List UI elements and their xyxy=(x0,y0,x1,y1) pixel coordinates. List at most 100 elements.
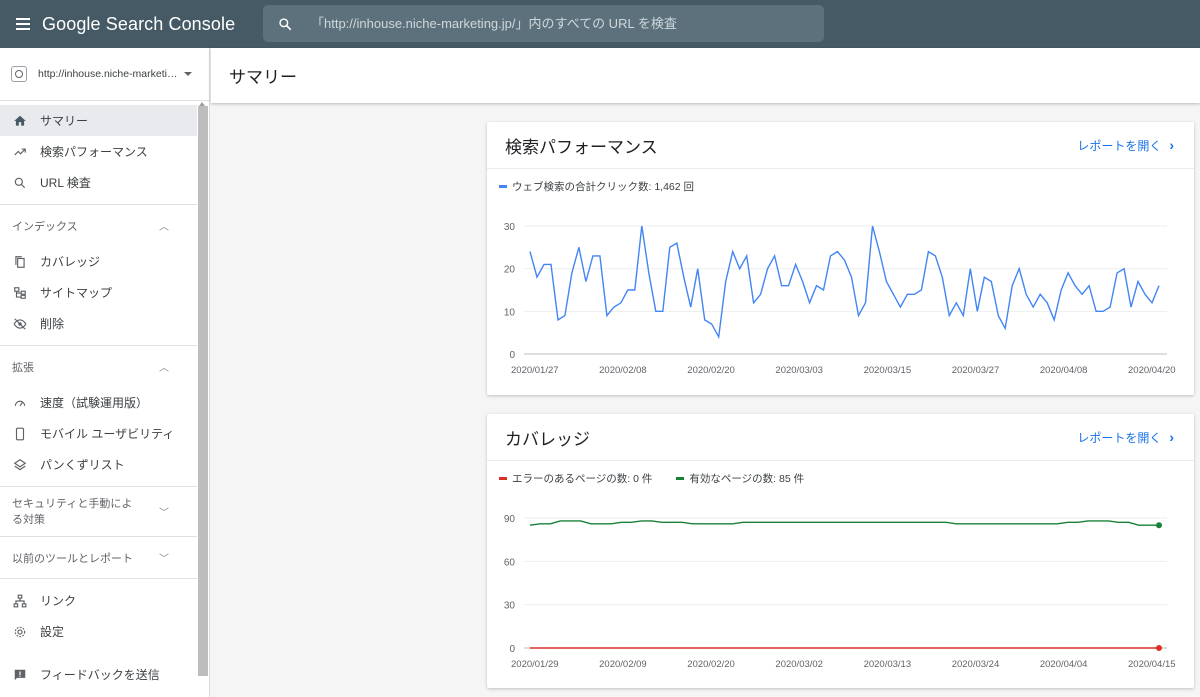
series-end-point xyxy=(1156,522,1162,529)
performance-chart[interactable]: 0 10 20 30 2020/01/27 2020/02/08 2020/02/20 202… xyxy=(487,195,1194,395)
visibility-off-icon xyxy=(12,316,28,332)
sidebar-item-performance[interactable]: 検索パフォーマンス xyxy=(0,136,197,167)
sidebar-item-label: パンくずリスト xyxy=(40,458,125,472)
chevron-up-icon: ︿ xyxy=(159,363,169,374)
sidebar-item-label: モバイル ユーザビリティ xyxy=(40,427,175,441)
chart-legend: ウェブ検索の合計クリック数: 1,462 回 xyxy=(487,169,1194,194)
coverage-chart[interactable]: 0 30 60 90 2020/01/29 2020/02/09 2020/02/20 202… xyxy=(487,488,1194,688)
x-tick-label: 2020/03/27 xyxy=(952,365,1000,376)
x-tick-label: 2020/02/20 xyxy=(687,659,735,670)
menu-icon[interactable] xyxy=(0,0,44,48)
sidebar-item-label: 削除 xyxy=(40,317,65,331)
card-header: 検索パフォーマンス レポートを開く › xyxy=(487,122,1194,169)
sidebar-item-label: 速度（試験運用版） xyxy=(40,396,149,410)
legend-label: ウェブ検索の合計クリック数: 1,462 回 xyxy=(512,181,695,193)
sidebar-item-label: URL 検査 xyxy=(40,176,91,190)
section-enhancements[interactable]: 拡張 ︿ xyxy=(0,345,197,387)
y-tick-label: 30 xyxy=(504,601,516,612)
sidebar-item-summary[interactable]: サマリー xyxy=(0,105,197,136)
x-tick-label: 2020/04/04 xyxy=(1040,659,1088,670)
section-index[interactable]: インデックス ︿ xyxy=(0,204,197,246)
x-tick-label: 2020/01/29 xyxy=(511,659,559,670)
section-label: インデックス xyxy=(12,220,78,233)
page-header: サマリー xyxy=(211,48,1200,103)
copy-icon xyxy=(12,254,28,270)
y-tick-label: 60 xyxy=(504,557,516,568)
sidebar-item-links[interactable]: リンク xyxy=(0,585,197,616)
sidebar-item-speed[interactable]: 速度（試験運用版） xyxy=(0,387,197,418)
chevron-up-icon: ︿ xyxy=(159,222,169,233)
legend-item-errors[interactable]: エラーのあるページの数: 0 件 xyxy=(499,471,652,486)
sidebar-item-removals[interactable]: 削除 xyxy=(0,308,197,339)
sidebar-item-label: 設定 xyxy=(40,625,65,639)
property-label: http://inhouse.niche-marketin... xyxy=(38,68,178,80)
legend-label: エラーのあるページの数: 0 件 xyxy=(512,473,653,485)
series-line xyxy=(529,520,1159,526)
section-label: セキュリティと手動による対策 xyxy=(12,497,133,526)
card-title: カバレッジ xyxy=(505,429,590,449)
sidebar-scrollbar[interactable] xyxy=(198,106,208,676)
section-label: 以前のツールとレポート xyxy=(12,552,133,565)
trending-up-icon xyxy=(12,144,28,160)
legend-swatch xyxy=(499,477,507,480)
link-label: レポートを開く xyxy=(1077,430,1162,445)
sidebar-item-mobile-usability[interactable]: モバイル ユーザビリティ xyxy=(0,418,197,449)
chevron-down-icon: ﹀ xyxy=(159,508,169,519)
search-icon[interactable] xyxy=(263,5,307,42)
y-tick-label: 20 xyxy=(504,265,516,276)
open-coverage-report-link[interactable]: レポートを開く › xyxy=(1077,429,1174,446)
card-title: 検索パフォーマンス xyxy=(505,137,658,157)
sidebar-item-settings[interactable]: 設定 xyxy=(0,616,197,647)
sidebar-item-label: サマリー xyxy=(40,114,89,128)
chevron-down-icon: ﹀ xyxy=(159,554,169,565)
globe-icon xyxy=(11,66,27,82)
page-title: サマリー xyxy=(229,68,297,87)
sidebar-item-label: フィードバックを送信 xyxy=(40,668,160,682)
x-tick-label: 2020/03/15 xyxy=(864,365,912,376)
sidebar-item-sitemaps[interactable]: サイトマップ xyxy=(0,277,197,308)
legend-swatch xyxy=(676,477,685,480)
url-inspect-search[interactable] xyxy=(263,5,824,42)
sidebar-item-label: カバレッジ xyxy=(40,255,101,269)
sidebar-nav: サマリー 検索パフォーマンス URL 検査 インデックス ︿ カバレッジ サイト… xyxy=(0,101,209,690)
legend-item-valid[interactable]: 有効なページの数: 85 件 xyxy=(676,471,804,486)
smartphone-icon xyxy=(12,426,28,442)
series-end-point xyxy=(1156,645,1162,651)
x-tick-label: 2020/03/13 xyxy=(864,659,912,670)
layers-icon xyxy=(12,457,28,473)
home-icon xyxy=(12,113,28,129)
x-tick-label: 2020/03/24 xyxy=(952,659,1000,670)
x-tick-label: 2020/02/09 xyxy=(599,659,647,670)
y-tick-label: 0 xyxy=(509,644,515,655)
feedback-icon xyxy=(12,667,28,683)
sidebar-item-coverage[interactable]: カバレッジ xyxy=(0,246,197,277)
open-performance-report-link[interactable]: レポートを開く › xyxy=(1077,137,1174,154)
links-icon xyxy=(12,593,28,609)
section-legacy-tools[interactable]: 以前のツールとレポート ﹀ xyxy=(0,536,197,578)
sidebar: http://inhouse.niche-marketin... サマリー 検索… xyxy=(0,48,210,697)
settings-icon xyxy=(12,624,28,640)
series-line xyxy=(529,225,1160,340)
x-tick-label: 2020/03/02 xyxy=(775,659,823,670)
sidebar-item-label: 検索パフォーマンス xyxy=(40,145,148,159)
sidebar-item-url-inspection[interactable]: URL 検査 xyxy=(0,167,197,198)
sidebar-item-breadcrumbs[interactable]: パンくずリスト xyxy=(0,449,197,480)
sitemap-icon xyxy=(12,285,28,301)
app-logo[interactable]: Google Search Console xyxy=(42,14,235,35)
legend-swatch xyxy=(499,185,507,188)
sidebar-item-label: サイトマップ xyxy=(40,286,113,300)
y-tick-label: 10 xyxy=(504,307,516,318)
property-selector[interactable]: http://inhouse.niche-marketin... xyxy=(0,48,209,101)
search-input[interactable] xyxy=(307,16,824,31)
speed-icon xyxy=(12,395,28,411)
legend-item-clicks[interactable]: ウェブ検索の合計クリック数: 1,462 回 xyxy=(499,179,694,194)
chevron-right-icon: › xyxy=(1169,137,1174,153)
x-tick-label: 2020/02/20 xyxy=(687,365,735,376)
x-tick-label: 2020/01/27 xyxy=(511,365,559,376)
top-app-bar: Google Search Console xyxy=(0,0,1200,48)
legend-label: 有効なページの数: 85 件 xyxy=(689,473,805,485)
sidebar-item-feedback[interactable]: フィードバックを送信 xyxy=(0,659,197,690)
card-header: カバレッジ レポートを開く › xyxy=(487,414,1194,461)
chevron-right-icon: › xyxy=(1169,429,1174,445)
section-security[interactable]: セキュリティと手動による対策 ﹀ xyxy=(0,486,197,536)
